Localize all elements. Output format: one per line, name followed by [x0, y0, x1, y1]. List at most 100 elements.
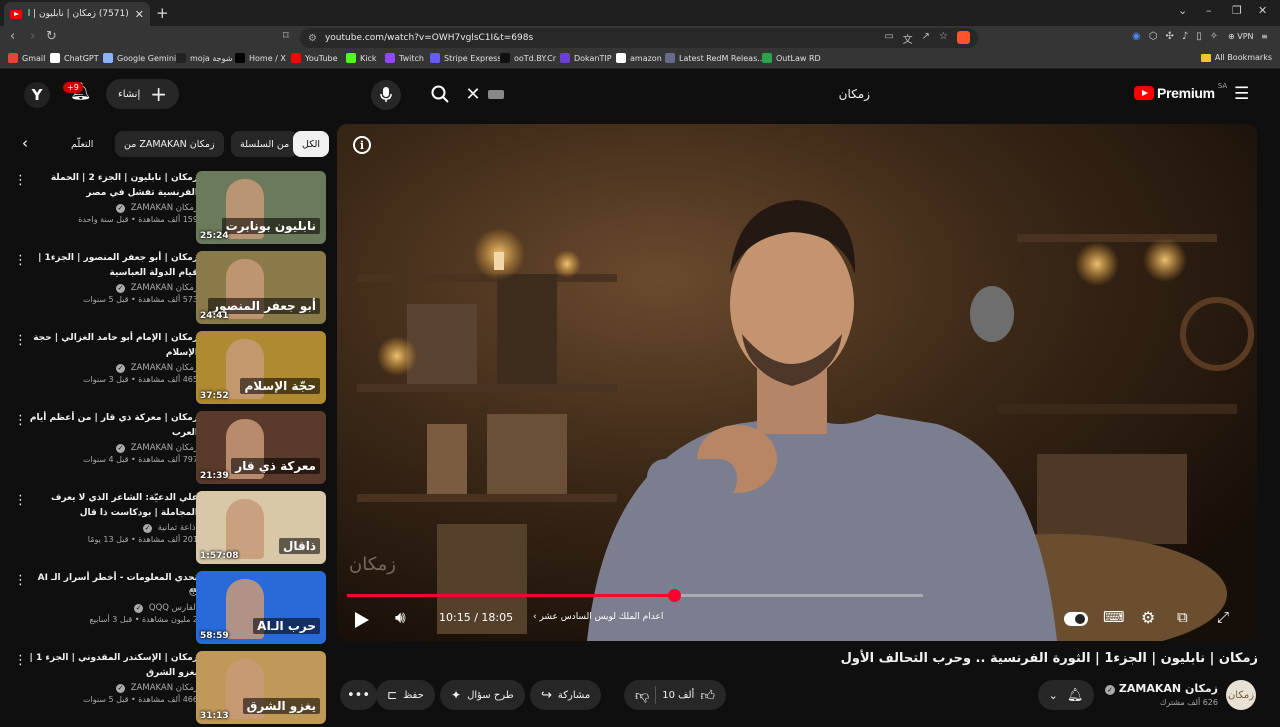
chevron-left-icon[interactable]: ‹ — [22, 134, 28, 152]
bookmark-item[interactable]: Google Gemini — [103, 53, 176, 63]
search-input[interactable]: زمكان — [504, 87, 882, 101]
translate-icon[interactable]: 文 — [903, 31, 913, 46]
recommendation-channel[interactable]: زمكان ZAMAKAN ✓ — [28, 203, 198, 213]
more-actions-button[interactable]: ••• — [340, 680, 378, 710]
ai-icon[interactable]: ✧ — [1210, 31, 1218, 42]
channel-avatar[interactable]: زمكان — [1226, 680, 1256, 710]
create-button[interactable]: إنشاء + — [106, 79, 179, 109]
account-avatar[interactable]: Y — [24, 82, 50, 108]
bookmark-item[interactable]: Twitch — [385, 53, 424, 63]
tab-search-icon[interactable]: ⌄ — [1178, 4, 1187, 17]
info-icon[interactable]: i — [353, 136, 371, 154]
share-button[interactable]: ↪ مشاركة — [530, 680, 602, 710]
progress-scrubber[interactable] — [667, 589, 681, 602]
minimize-icon[interactable]: – — [1206, 4, 1212, 17]
star-icon[interactable]: ☆ — [939, 31, 948, 46]
recommendation-thumbnail[interactable]: معركة ذي قار 21:39 — [196, 411, 326, 484]
bookmark-item[interactable]: Gmail — [8, 53, 45, 63]
recommendation-item[interactable]: ⋮ زمكان | الإسكندر المقدوني | الجزء 1 | ي… — [10, 651, 328, 727]
recommendation-thumbnail[interactable]: أبو جعفر المنصور 24:41 — [196, 251, 326, 324]
address-bar[interactable]: ⚙ youtube.com/watch?v=OWH7vglsC1I&t=698s… — [300, 28, 978, 48]
recommendation-item[interactable]: ⋮ علي الدعيّة: الشاعر الذي لا يعرف المجام… — [10, 491, 328, 567]
maximize-icon[interactable]: ❐ — [1232, 4, 1242, 17]
more-vertical-icon[interactable]: ⋮ — [14, 493, 27, 508]
recommendation-channel[interactable]: زمكان ZAMAKAN ✓ — [28, 283, 198, 293]
more-vertical-icon[interactable]: ⋮ — [14, 333, 27, 348]
clear-search-icon[interactable]: ✕ — [460, 78, 486, 110]
recommendation-title[interactable]: زمكان | الإمام أبو حامد الغزالي | حجة ال… — [28, 331, 198, 361]
more-vertical-icon[interactable]: ⋮ — [14, 253, 27, 268]
new-tab-icon[interactable]: + — [156, 4, 169, 22]
recommendation-title[interactable]: زمكان | الإسكندر المقدوني | الجزء 1 | يغ… — [28, 651, 198, 681]
bookmark-item[interactable]: Home / X — [235, 53, 286, 63]
recommendation-thumbnail[interactable]: نابليون بونابرت 25:24 — [196, 171, 326, 244]
reload-icon[interactable]: ↻ — [46, 29, 57, 44]
recommendation-thumbnail[interactable]: حجّة الإسلام 37:52 — [196, 331, 326, 404]
browser-tab-active[interactable]: (7571) زمكان | نابليون | الجزء1 | ا ✕ — [4, 2, 150, 26]
recommendation-title[interactable]: زمكان | معركة ذي قار | من أعظم أيام العر… — [28, 411, 198, 441]
bookmark-item[interactable]: DokanTIP — [560, 53, 612, 63]
chip-all[interactable]: الكل — [293, 131, 329, 157]
recommendation-item[interactable]: ⋮ زمكان | معركة ذي قار | من أعظم أيام الع… — [10, 411, 328, 487]
keyboard-icon[interactable] — [488, 89, 504, 99]
bookmark-page-icon[interactable]: ⌑ — [283, 29, 289, 42]
recommendation-thumbnail[interactable]: ذاقال 1:57:08 — [196, 491, 326, 564]
site-info-icon[interactable]: ⚙ — [308, 33, 317, 44]
chapter-title[interactable]: اعدام الملك لويس السادس عشر › — [533, 612, 663, 622]
media-icon[interactable]: ♪ — [1182, 31, 1188, 42]
recommendation-channel[interactable]: زمكان ZAMAKAN ✓ — [28, 683, 198, 693]
settings-gear-icon[interactable]: ⚙ — [1141, 608, 1155, 627]
puzzle-icon[interactable]: ✣ — [1165, 31, 1173, 42]
tab-close-icon[interactable]: ✕ — [135, 8, 144, 21]
recommendation-title[interactable]: زمكان | أبو جعفر المنصور | الجزء1 | قيام… — [28, 251, 198, 281]
autoplay-toggle[interactable] — [1064, 612, 1088, 626]
bookmark-item[interactable]: YouTube — [291, 53, 338, 63]
more-vertical-icon[interactable]: ⋮ — [14, 173, 27, 188]
recommendation-channel[interactable]: إذاعة ثمانية ✓ — [28, 523, 198, 533]
bookmark-item[interactable]: Latest RedM Releas... — [665, 53, 765, 63]
recommendation-title[interactable]: زمكان | نابليون | الجزء 2 | الحملة الفرن… — [28, 171, 198, 201]
play-icon[interactable] — [355, 612, 369, 628]
audio-extension-icon[interactable]: ◉ — [1132, 31, 1141, 42]
brave-shields-icon[interactable] — [957, 31, 970, 44]
miniplayer-icon[interactable]: ⧉ — [1177, 608, 1188, 626]
like-icon[interactable]: 👍︎ — [700, 687, 715, 704]
recommendation-item[interactable]: ⋮ زمكان | الإمام أبو حامد الغزالي | حجة ا… — [10, 331, 328, 407]
vpn-button[interactable]: ⊕ VPN ≡ — [1228, 32, 1268, 41]
video-player[interactable]: i زمكان 🔊︎ 10:15 / 18:05 اعدام الملك لوي… — [337, 124, 1257, 641]
voice-search-button[interactable] — [371, 80, 401, 110]
more-vertical-icon[interactable]: ⋮ — [14, 573, 27, 588]
recommendation-thumbnail[interactable]: يغزو الشرق 31:13 — [196, 651, 326, 724]
recommendation-channel[interactable]: زمكان ZAMAKAN ✓ — [28, 363, 198, 373]
fullscreen-icon[interactable]: ⤢ — [1217, 608, 1229, 626]
bookmark-item[interactable]: Kick — [346, 53, 377, 63]
search-button[interactable] — [420, 78, 460, 110]
bookmark-item[interactable]: ooTd.BY.Cr — [500, 53, 556, 63]
more-vertical-icon[interactable]: ⋮ — [14, 653, 27, 668]
channel-name[interactable]: زمكان ZAMAKAN ✓ — [1100, 682, 1218, 695]
recommendation-item[interactable]: ⋮ زمكان | أبو جعفر المنصور | الجزء1 | قيا… — [10, 251, 328, 327]
extension-icon[interactable]: ⬡ — [1149, 31, 1158, 42]
bookmark-item[interactable]: OutLaw RD — [762, 53, 821, 63]
captions-icon[interactable]: ⌨ — [1103, 608, 1125, 626]
volume-icon[interactable]: 🔊︎ — [395, 608, 406, 628]
recommendation-channel[interactable]: زمكان ZAMAKAN ✓ — [28, 443, 198, 453]
subscribed-bell-button[interactable]: ⌄ 🔔︎ — [1038, 680, 1094, 710]
forward-icon[interactable]: › — [30, 29, 35, 44]
recommendation-item[interactable]: ⋮ زمكان | نابليون | الجزء 2 | الحملة الفر… — [10, 171, 328, 247]
save-button[interactable]: ⊏ حفظ — [376, 680, 435, 710]
recommendation-item[interactable]: ⋮ تحدي المعلومات - أخطر أسرار الـ AI 😳 الف… — [10, 571, 328, 647]
more-vertical-icon[interactable]: ⋮ — [14, 413, 27, 428]
share-page-icon[interactable]: ↗ — [922, 31, 930, 46]
recommendation-title[interactable]: علي الدعيّة: الشاعر الذي لا يعرف المجامل… — [28, 491, 198, 521]
like-count[interactable]: 10 ألف — [662, 690, 694, 701]
close-window-icon[interactable]: ✕ — [1258, 4, 1267, 17]
progress-bar[interactable] — [347, 589, 923, 602]
all-bookmarks-button[interactable]: All Bookmarks — [1200, 53, 1272, 62]
bookmark-item[interactable]: amazon — [616, 53, 662, 63]
recommendation-title[interactable]: تحدي المعلومات - أخطر أسرار الـ AI 😳 — [28, 571, 198, 601]
bookmark-item[interactable]: ChatGPT — [50, 53, 99, 63]
recommendation-thumbnail[interactable]: حرب الـAI 58:59 — [196, 571, 326, 644]
recommendation-channel[interactable]: الفارس QQQ ✓ — [28, 603, 198, 613]
back-icon[interactable]: ‹ — [10, 29, 15, 44]
